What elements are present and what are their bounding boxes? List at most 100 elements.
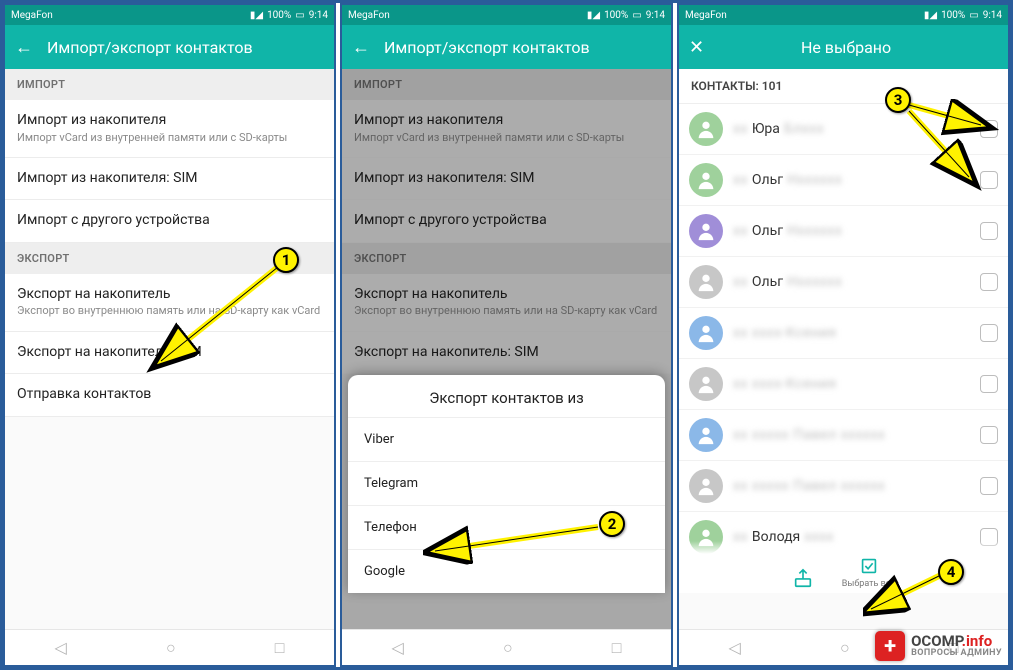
- marker-1: 1: [273, 247, 299, 273]
- battery-label: 100%: [941, 10, 965, 21]
- avatar: [689, 214, 723, 248]
- contact-row[interactable]: xxОльгНхххххх: [679, 206, 1008, 257]
- nav-recent-icon[interactable]: □: [275, 638, 285, 658]
- select-all-button[interactable]: Выбрать все: [842, 555, 895, 589]
- sheet-option-google[interactable]: Google: [348, 549, 665, 593]
- nav-back-icon[interactable]: ◁: [392, 638, 404, 657]
- android-navbar: ◁ ○ □: [5, 629, 334, 665]
- avatar: [689, 112, 723, 146]
- contact-name: xxххххх Павел хххххх: [733, 478, 970, 494]
- sheet-option-telegram[interactable]: Telegram: [348, 461, 665, 505]
- nav-home-icon[interactable]: ○: [503, 638, 513, 658]
- contact-row[interactable]: xxОльгНхххххх: [679, 155, 1008, 206]
- contact-row[interactable]: xxЮраБлххх: [679, 104, 1008, 155]
- content-area: КОНТАКТЫ: 101 xxЮраБлххх xxОльгНхххххх xxО…: [679, 69, 1008, 629]
- signal-icon: ▮◢: [924, 10, 937, 21]
- item-label: Отправка контактов: [17, 386, 322, 404]
- checkbox[interactable]: [980, 375, 998, 393]
- select-all-icon: [858, 555, 880, 577]
- carrier-label: MegaFon: [11, 10, 53, 21]
- android-navbar: ◁ ○ □: [342, 629, 671, 665]
- item-export-storage[interactable]: Экспорт на накопитель Экспорт во внутрен…: [5, 274, 334, 332]
- watermark-badge: +: [875, 631, 905, 661]
- back-arrow-icon[interactable]: ←: [15, 37, 33, 58]
- contact-row[interactable]: xxхххх-Ксения: [679, 359, 1008, 410]
- app-bar: ✕ Не выбрано: [679, 25, 1008, 69]
- marker-2: 2: [599, 511, 625, 537]
- battery-icon: ▭: [295, 10, 304, 21]
- checkbox[interactable]: [980, 222, 998, 240]
- content-area: ИМПОРТ Импорт из накопителя Импорт vCard…: [342, 69, 671, 629]
- contact-name: xxЮраБлххх: [733, 121, 970, 137]
- item-export-sim[interactable]: Экспорт на накопитель: SIM: [5, 332, 334, 375]
- export-from-sheet: Экспорт контактов из Viber Telegram Теле…: [348, 375, 665, 593]
- item-import-sim[interactable]: Импорт из накопителя: SIM: [5, 158, 334, 201]
- signal-icon: ▮◢: [250, 10, 263, 21]
- marker-3: 3: [885, 87, 911, 113]
- nav-back-icon[interactable]: ◁: [55, 638, 67, 657]
- battery-label: 100%: [267, 10, 291, 21]
- checkbox[interactable]: [980, 324, 998, 342]
- app-bar: ← Импорт/экспорт контактов: [342, 25, 671, 69]
- contacts-count: КОНТАКТЫ: 101: [679, 69, 1008, 104]
- status-bar: MegaFon ▮◢ 100% ▭ 9:14: [342, 5, 671, 25]
- item-label: Экспорт на накопитель: SIM: [17, 344, 322, 362]
- item-sub: Импорт vCard из внутренней памяти или с …: [17, 131, 322, 145]
- avatar: [689, 469, 723, 503]
- battery-label: 100%: [604, 10, 628, 21]
- status-bar: MegaFon ▮◢ 100% ▭ 9:14: [5, 5, 334, 25]
- battery-icon: ▭: [632, 10, 641, 21]
- screen-2: MegaFon ▮◢ 100% ▭ 9:14 ← Импорт/экспорт …: [340, 3, 673, 667]
- item-label: Экспорт на накопитель: [17, 286, 322, 304]
- status-bar: MegaFon ▮◢ 100% ▭ 9:14: [679, 5, 1008, 25]
- share-icon: [792, 567, 814, 589]
- contact-row[interactable]: xxххххх Павел хххххх: [679, 410, 1008, 461]
- carrier-label: MegaFon: [685, 10, 727, 21]
- nav-recent-icon[interactable]: □: [612, 638, 622, 658]
- content-area: ИМПОРТ Импорт из накопителя Импорт vCard…: [5, 69, 334, 629]
- carrier-label: MegaFon: [348, 10, 390, 21]
- contact-name: xxхххх-Ксения: [733, 376, 970, 392]
- wm-sub: ВОПРОСЫ АДМИНУ: [911, 649, 1002, 658]
- back-arrow-icon[interactable]: ←: [352, 37, 370, 58]
- contact-name: xxхххх-Ксения: [733, 325, 970, 341]
- avatar: [689, 367, 723, 401]
- checkbox[interactable]: [980, 477, 998, 495]
- item-label: Импорт из накопителя: SIM: [17, 170, 322, 188]
- contact-name: xxОльгНхххххх: [733, 274, 970, 290]
- signal-icon: ▮◢: [587, 10, 600, 21]
- avatar: [689, 163, 723, 197]
- marker-4: 4: [938, 559, 964, 585]
- checkbox[interactable]: [980, 273, 998, 291]
- item-send-contacts[interactable]: Отправка контактов: [5, 374, 334, 417]
- checkbox[interactable]: [980, 171, 998, 189]
- avatar: [689, 418, 723, 452]
- contact-row[interactable]: xxОльгНхххххх: [679, 257, 1008, 308]
- watermark: + OCOMP.info ВОПРОСЫ АДМИНУ: [875, 631, 1002, 661]
- contacts-list: xxЮраБлххх xxОльгНхххххх xxОльгНхххххх xxОл…: [679, 104, 1008, 563]
- nav-back-icon[interactable]: ◁: [729, 638, 741, 657]
- avatar: [689, 316, 723, 350]
- sheet-option-viber[interactable]: Viber: [348, 417, 665, 461]
- nav-home-icon[interactable]: ○: [166, 638, 176, 658]
- checkbox[interactable]: [980, 426, 998, 444]
- nav-home-icon[interactable]: ○: [840, 638, 850, 658]
- contact-row[interactable]: xxххххх Павел хххххх: [679, 461, 1008, 512]
- item-sub: Экспорт во внутреннюю память или на SD-к…: [17, 304, 322, 318]
- checkbox[interactable]: [980, 120, 998, 138]
- contact-row[interactable]: xxхххх-Ксения: [679, 308, 1008, 359]
- avatar: [689, 265, 723, 299]
- sheet-title: Экспорт контактов из: [348, 375, 665, 417]
- item-import-device[interactable]: Импорт с другого устройства: [5, 200, 334, 243]
- contact-name: xxОльгНхххххх: [733, 172, 970, 188]
- select-all-label: Выбрать все: [842, 579, 895, 589]
- battery-icon: ▭: [969, 10, 978, 21]
- clock: 9:14: [983, 10, 1002, 21]
- clock: 9:14: [309, 10, 328, 21]
- item-import-storage[interactable]: Импорт из накопителя Импорт vCard из вну…: [5, 100, 334, 158]
- share-button[interactable]: [792, 567, 814, 589]
- contact-name: xxххххх Павел хххххх: [733, 427, 970, 443]
- section-import: ИМПОРТ: [5, 69, 334, 100]
- item-label: Импорт с другого устройства: [17, 212, 322, 230]
- clock: 9:14: [646, 10, 665, 21]
